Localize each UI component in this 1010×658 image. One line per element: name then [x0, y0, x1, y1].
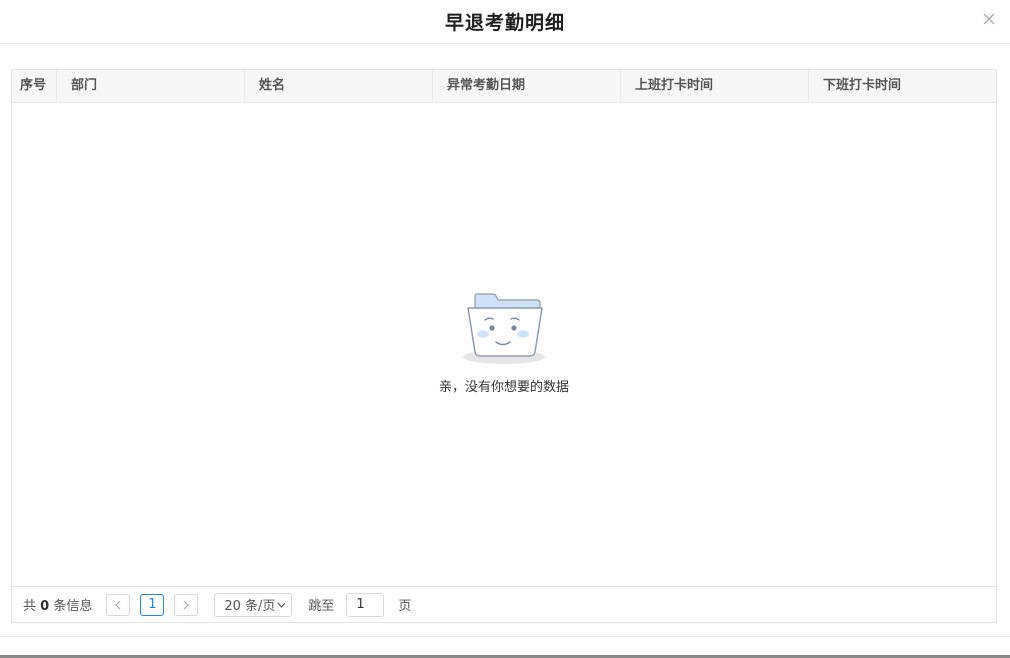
data-table: 序号 部门 姓名 异常考勤日期 上班打卡时间 下班打卡时间 亲，没有你想要的数据: [11, 69, 997, 623]
empty-state: 亲，没有你想要的数据: [12, 290, 996, 395]
pagination: 共 0 条信息 1 20 条/页 跳至 页: [12, 586, 996, 622]
chevron-left-icon: [115, 600, 121, 609]
total-prefix: 共: [23, 599, 37, 614]
jump-label: 跳至: [308, 599, 335, 614]
chevron-down-icon: [278, 602, 286, 608]
jump-page-input[interactable]: [346, 592, 385, 617]
table-header: 序号 部门 姓名 异常考勤日期 上班打卡时间 下班打卡时间: [12, 70, 996, 103]
chevron-right-icon: [183, 600, 190, 609]
column-header-clock-out-time[interactable]: 下班打卡时间: [809, 70, 996, 102]
total-number: 0: [40, 599, 50, 614]
prev-page-button[interactable]: [106, 593, 131, 616]
dialog-header: 早退考勤明细: [0, 0, 1010, 44]
dialog: 早退考勤明细 序号 部门 姓名 异常考勤日期 上班打卡时间 下班打卡时间 亲，没…: [0, 0, 1010, 658]
column-header-abnormal-date[interactable]: 异常考勤日期: [433, 70, 621, 102]
page-size-value: 20 条/页: [224, 599, 276, 614]
page-size-select[interactable]: 20 条/页: [214, 592, 293, 617]
page-suffix: 页: [398, 599, 412, 614]
next-page-button[interactable]: [174, 593, 199, 616]
close-icon[interactable]: [982, 11, 996, 25]
dialog-title: 早退考勤明细: [444, 12, 565, 34]
column-header-clock-in-time[interactable]: 上班打卡时间: [621, 70, 809, 102]
total-count: 共 0 条信息: [23, 595, 92, 614]
column-header-department[interactable]: 部门: [57, 70, 245, 102]
column-header-name[interactable]: 姓名: [245, 70, 433, 102]
empty-message: 亲，没有你想要的数据: [438, 380, 569, 395]
empty-folder-icon: [463, 293, 545, 364]
page-number-button[interactable]: 1: [140, 593, 165, 616]
column-header-index[interactable]: 序号: [12, 70, 57, 102]
total-suffix: 条信息: [53, 599, 93, 614]
